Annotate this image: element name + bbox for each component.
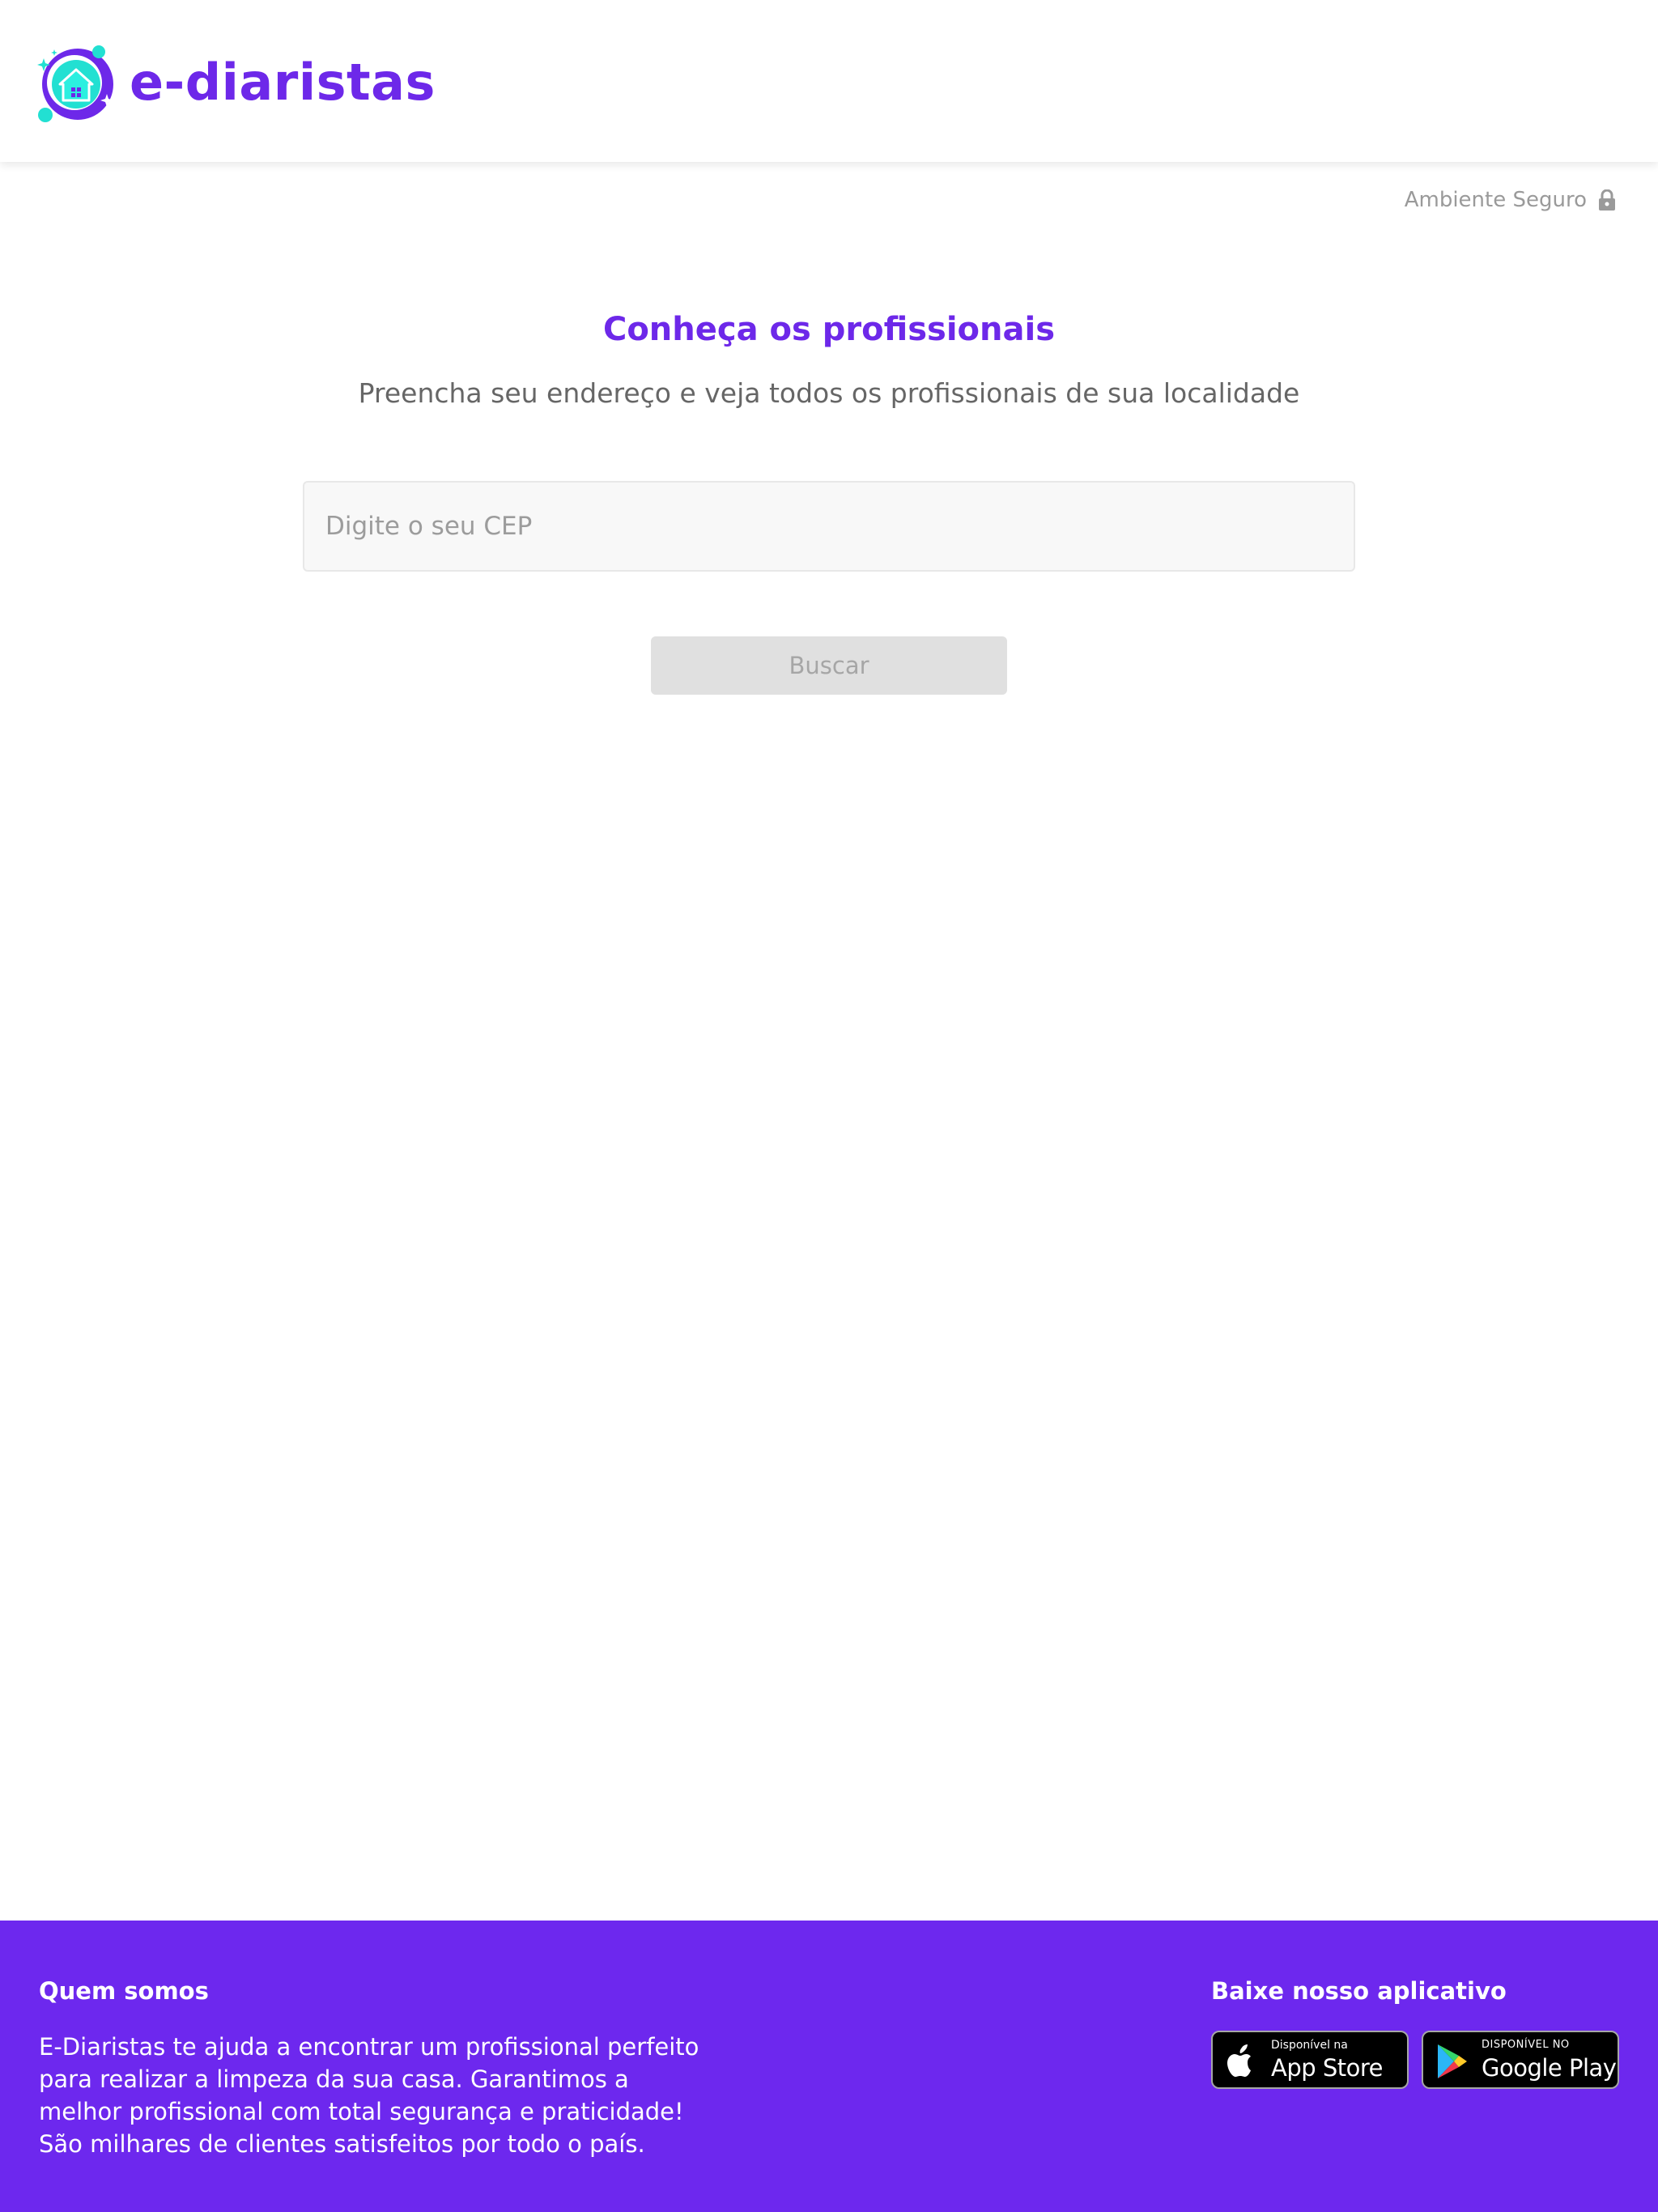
brand-home-link[interactable]: e-diaristas — [36, 42, 436, 123]
secure-environment-badge: Ambiente Seguro — [1405, 188, 1616, 212]
google-play-small-label: DISPONÍVEL NO — [1482, 2039, 1570, 2051]
about-heading: Quem somos — [39, 1977, 209, 2005]
google-play-icon — [1423, 2032, 1480, 2087]
lock-icon — [1599, 189, 1615, 211]
app-store-badge[interactable]: Disponível na App Store — [1211, 2031, 1409, 2089]
page-title: Conheça os profissionais — [602, 311, 1056, 348]
header: e-diaristas — [0, 0, 1658, 162]
page-subtitle: Preencha seu endereço e veja todos os pr… — [358, 377, 1300, 409]
app-download-heading: Baixe nosso aplicativo — [1211, 1977, 1507, 2005]
cep-input[interactable] — [303, 481, 1355, 572]
footer: Quem somos E-Diaristas te ajuda a encont… — [0, 1921, 1658, 2212]
about-text: E-Diaristas te ajuda a encontrar um prof… — [39, 2033, 699, 2158]
brand-name: e-diaristas — [130, 53, 436, 112]
house-cleaning-logo-icon — [37, 45, 113, 122]
secure-label: Ambiente Seguro — [1404, 188, 1587, 212]
google-play-label: Google Play — [1482, 2054, 1617, 2082]
search-button[interactable]: Buscar — [651, 636, 1007, 695]
google-play-badge[interactable]: DISPONÍVEL NO Google Play — [1422, 2031, 1619, 2089]
apple-icon — [1213, 2032, 1269, 2087]
app-store-label: App Store — [1271, 2054, 1384, 2082]
app-store-small-label: Disponível na — [1271, 2039, 1348, 2052]
